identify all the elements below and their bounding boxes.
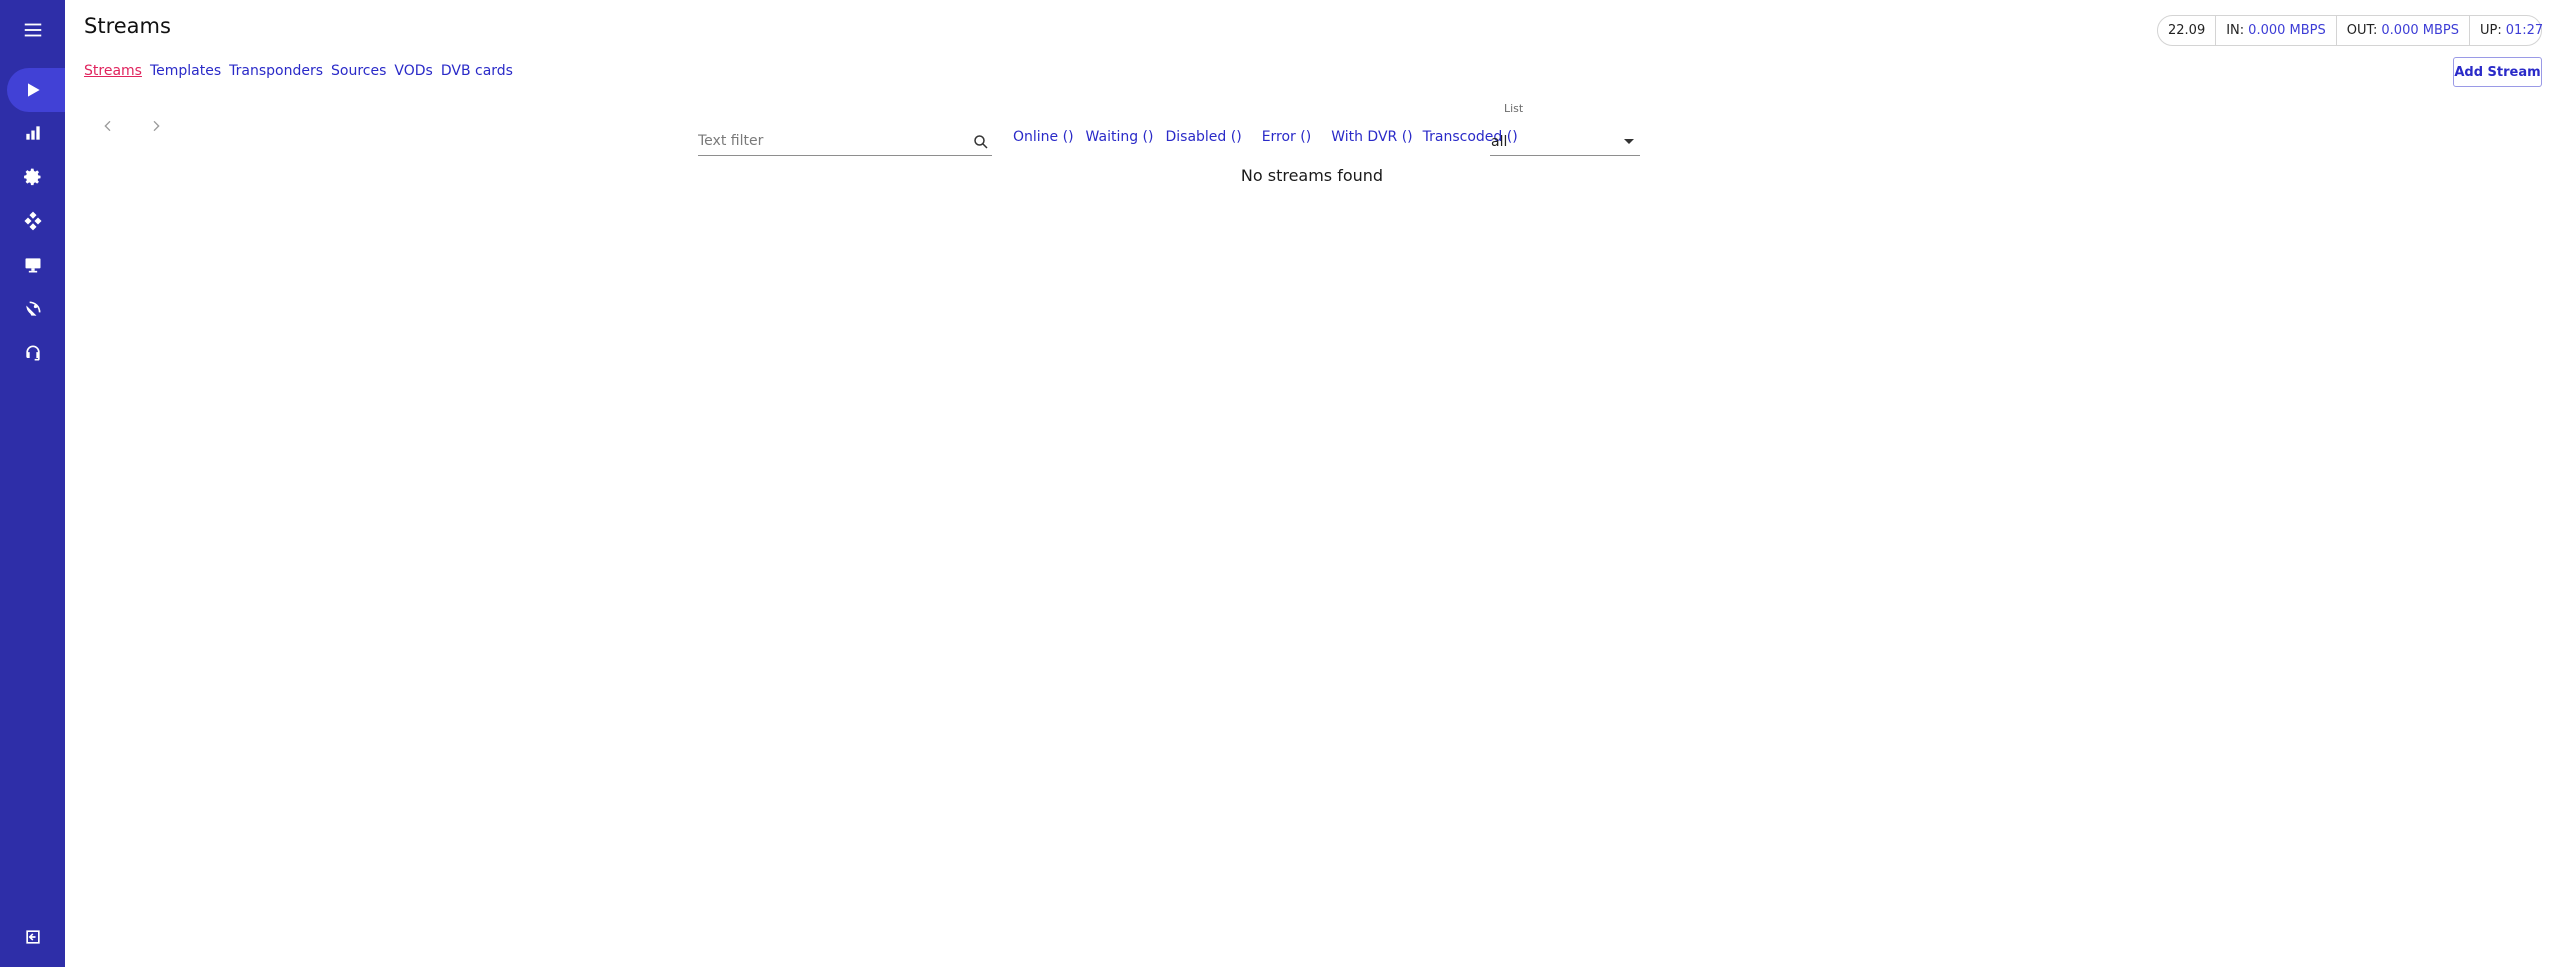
- menu-icon[interactable]: [0, 8, 65, 52]
- sub-nav: Streams Templates Transponders Sources V…: [84, 63, 513, 79]
- sidebar-item-logout[interactable]: [0, 917, 65, 957]
- empty-state-message: No streams found: [1240, 166, 1384, 185]
- list-select-value: all: [1491, 134, 1508, 150]
- chevron-left-icon: [104, 120, 111, 132]
- chevron-right-icon: [153, 120, 160, 132]
- cluster-icon: [23, 211, 42, 231]
- search-icon[interactable]: [972, 133, 990, 151]
- logout-icon: [25, 930, 40, 944]
- satellite-dish-icon: [25, 301, 40, 316]
- headset-icon: [25, 345, 40, 361]
- subnav-templates[interactable]: Templates: [150, 63, 221, 79]
- play-icon: [27, 83, 40, 97]
- sidebar-item-dashboard[interactable]: [0, 113, 65, 153]
- filter-waiting[interactable]: Waiting (): [1086, 129, 1154, 145]
- server-stats: 22.09 IN: 0.000 MBPS OUT: 0.000 MBPS UP:…: [2157, 15, 2543, 46]
- uptime-stat: UP: 01:27: [2468, 16, 2553, 45]
- out-value: 0.000 MBPS: [2381, 23, 2459, 38]
- add-stream-button[interactable]: Add Stream: [2453, 57, 2542, 87]
- in-stat: IN: 0.000 MBPS: [2215, 16, 2336, 45]
- filter-disabled[interactable]: Disabled (): [1165, 129, 1241, 145]
- sidebar-item-streams[interactable]: [0, 68, 65, 112]
- list-select[interactable]: all: [1490, 126, 1640, 156]
- quick-filters: Online () Waiting () Disabled () Error (…: [1013, 129, 1530, 145]
- chevron-down-icon: [1624, 139, 1634, 144]
- sidebar-item-dvb[interactable]: [0, 289, 65, 329]
- subnav-vods[interactable]: VODs: [394, 63, 432, 79]
- subnav-transponders[interactable]: Transponders: [229, 63, 323, 79]
- in-value: 0.000 MBPS: [2248, 23, 2326, 38]
- page-title: Streams: [84, 14, 171, 38]
- text-filter-input[interactable]: [698, 126, 958, 152]
- subnav-streams[interactable]: Streams: [84, 63, 142, 79]
- list-label: List: [1504, 102, 1524, 115]
- version-value: 22.09: [2168, 23, 2206, 38]
- version-stat: 22.09: [2158, 16, 2215, 45]
- sidebar-item-support[interactable]: [0, 333, 65, 373]
- next-page-button[interactable]: [145, 115, 167, 137]
- text-filter-field: [698, 126, 992, 156]
- up-label: UP:: [2479, 23, 2502, 38]
- filter-error[interactable]: Error (): [1262, 129, 1312, 145]
- up-value: 01:27: [2505, 23, 2544, 38]
- subnav-sources[interactable]: Sources: [331, 63, 386, 79]
- in-label: IN:: [2226, 23, 2245, 38]
- sidebar: [0, 0, 65, 967]
- bar-chart-icon: [25, 126, 40, 140]
- prev-page-button[interactable]: [97, 115, 119, 137]
- sidebar-item-monitor[interactable]: [0, 245, 65, 285]
- filter-online[interactable]: Online (): [1013, 129, 1074, 145]
- sidebar-item-cluster[interactable]: [0, 201, 65, 241]
- monitor-icon: [25, 258, 40, 273]
- out-label: OUT:: [2346, 23, 2378, 38]
- filter-with-dvr[interactable]: With DVR (): [1331, 129, 1412, 145]
- subnav-dvb-cards[interactable]: DVB cards: [441, 63, 513, 79]
- out-stat: OUT: 0.000 MBPS: [2335, 16, 2469, 45]
